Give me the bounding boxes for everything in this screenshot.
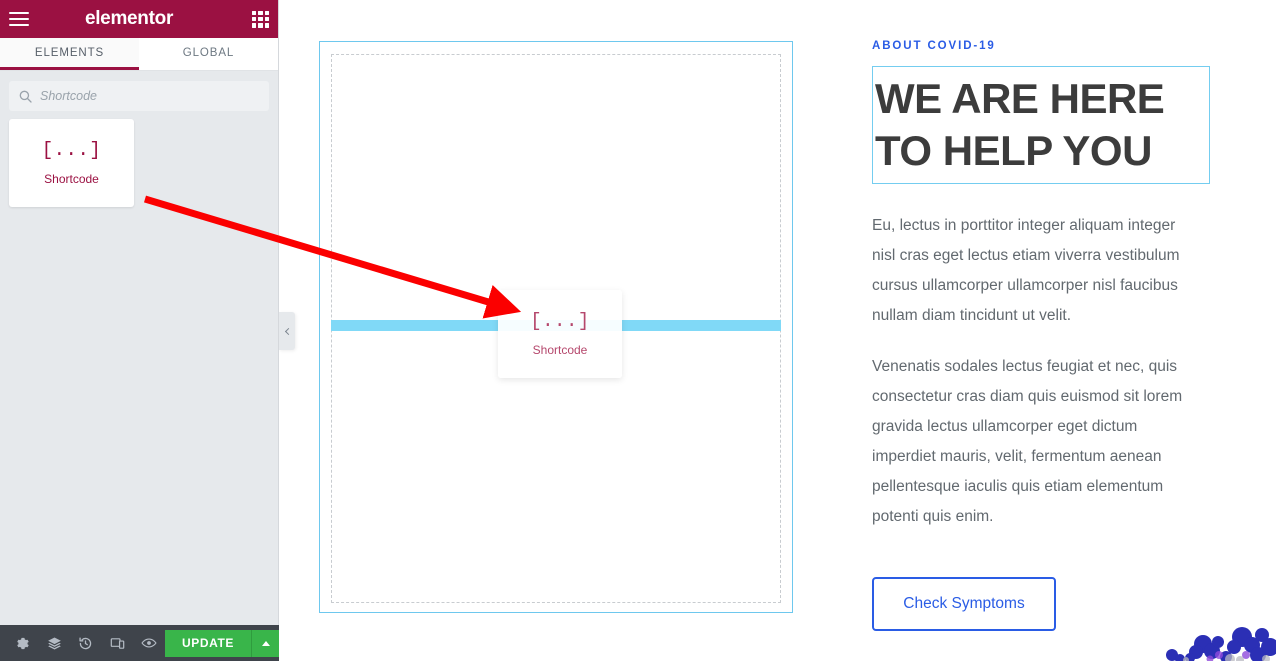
drag-ghost-shortcode-widget[interactable]: [...] Shortcode (498, 290, 622, 378)
preview-canvas[interactable]: [...] Shortcode ABOUT COVID-19 WE ARE HE… (279, 0, 1276, 661)
panel-collapse-handle[interactable] (279, 312, 295, 350)
panel-header: elementor (0, 0, 278, 38)
update-button-group: UPDATE (164, 629, 280, 657)
shortcode-icon: [...] (41, 138, 102, 161)
hamburger-icon[interactable] (8, 8, 30, 30)
headline-widget[interactable]: WE ARE HERE TO HELP YOU (872, 66, 1210, 184)
widget-card-shortcode[interactable]: [...] Shortcode (9, 119, 134, 207)
responsive-mode-icon[interactable] (102, 625, 134, 661)
panel-footer-bar: UPDATE (0, 625, 280, 661)
check-symptoms-button[interactable]: Check Symptoms (872, 577, 1056, 631)
settings-gear-icon[interactable] (7, 625, 39, 661)
tab-global[interactable]: GLOBAL (139, 38, 278, 70)
tab-elements[interactable]: ELEMENTS (0, 38, 139, 70)
panel-tabs: ELEMENTS GLOBAL (0, 38, 278, 71)
body-paragraph-1: Eu, lectus in porttitor integer aliquam … (872, 217, 1180, 324)
preview-eye-icon[interactable] (133, 625, 165, 661)
body-paragraph-2: Venenatis sodales lectus feugiat et nec,… (872, 358, 1183, 525)
grid-apps-icon[interactable] (251, 10, 269, 28)
navigator-layers-icon[interactable] (39, 625, 71, 661)
update-button[interactable]: UPDATE (164, 629, 252, 657)
history-icon[interactable] (70, 625, 102, 661)
search-value: Shortcode (40, 89, 97, 103)
search-row: Shortcode (0, 71, 278, 119)
editor-panel: elementor ELEMENTS GLOBAL Shortcode [...… (0, 0, 280, 661)
elementor-logo: elementor (84, 8, 174, 29)
widget-card-label: Shortcode (44, 171, 99, 186)
search-icon (19, 90, 32, 103)
page-content-column: ABOUT COVID-19 WE ARE HERE TO HELP YOU E… (872, 40, 1217, 631)
eyebrow-text: ABOUT COVID-19 (872, 40, 996, 52)
drag-ghost-label: Shortcode (532, 342, 588, 357)
update-options-caret-button[interactable] (251, 629, 280, 657)
chevron-left-icon (284, 327, 292, 335)
headline-line-2: TO HELP YOU (875, 127, 1152, 174)
shortcode-icon: [...] (530, 309, 590, 332)
elementor-editor: [...] Shortcode ABOUT COVID-19 WE ARE HE… (0, 0, 1276, 661)
widget-list: [...] Shortcode (0, 119, 278, 207)
headline-line-1: WE ARE HERE (875, 75, 1165, 122)
caret-up-icon (261, 640, 270, 646)
search-input[interactable]: Shortcode (9, 81, 269, 111)
